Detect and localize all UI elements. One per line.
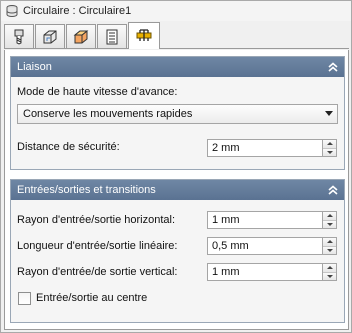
arrow-up-icon bbox=[326, 240, 333, 244]
decrement-button[interactable] bbox=[323, 271, 336, 280]
window-title: Circulaire : Circulaire1 bbox=[23, 5, 132, 17]
radius-vertical-stepper[interactable]: 1 mm bbox=[207, 263, 337, 281]
distance-field[interactable]: 2 mm bbox=[207, 139, 323, 157]
shape-icon bbox=[43, 30, 57, 43]
arrow-up-icon bbox=[326, 266, 333, 270]
tool-icon bbox=[14, 29, 24, 45]
box-icon bbox=[73, 30, 89, 43]
collapse-chevron-icon[interactable] bbox=[327, 61, 339, 73]
radius-vertical-label: Rayon d'entrée/de sortie vertical: bbox=[17, 266, 178, 278]
liaison-title: Liaison bbox=[17, 61, 52, 73]
stepper-buttons bbox=[323, 237, 337, 255]
title-bar: Circulaire : Circulaire1 bbox=[1, 1, 351, 21]
arrow-down-icon bbox=[326, 222, 333, 226]
distance-label: Distance de sécurité: bbox=[17, 141, 120, 153]
dialog-window: Circulaire : Circulaire1 Liaison Mode de… bbox=[0, 0, 352, 333]
increment-button[interactable] bbox=[323, 140, 336, 148]
increment-button[interactable] bbox=[323, 212, 336, 220]
linking-icon bbox=[136, 29, 152, 41]
decrement-button[interactable] bbox=[323, 245, 336, 254]
stepper-buttons bbox=[323, 211, 337, 229]
center-entry-label: Entrée/sortie au centre bbox=[36, 292, 148, 304]
stack-icon bbox=[6, 5, 18, 17]
tab-linking[interactable] bbox=[128, 22, 160, 49]
collapse-chevron-icon[interactable] bbox=[327, 184, 339, 196]
tab-heights[interactable] bbox=[66, 24, 96, 48]
length-stepper[interactable]: 0,5 mm bbox=[207, 237, 337, 255]
center-entry-checkbox[interactable] bbox=[18, 292, 31, 305]
liaison-section: Liaison Mode de haute vitesse d'avance: … bbox=[10, 56, 345, 170]
arrow-up-icon bbox=[326, 142, 333, 146]
radius-horizontal-field[interactable]: 1 mm bbox=[207, 211, 323, 229]
length-label: Longueur d'entrée/sortie linéaire: bbox=[17, 240, 178, 252]
distance-stepper[interactable]: 2 mm bbox=[207, 139, 337, 157]
tab-strip bbox=[4, 22, 349, 49]
arrow-up-icon bbox=[326, 214, 333, 218]
radius-horizontal-label: Rayon d'entrée/sortie horizontal: bbox=[17, 214, 176, 226]
table-icon bbox=[106, 29, 118, 44]
increment-button[interactable] bbox=[323, 238, 336, 246]
length-field[interactable]: 0,5 mm bbox=[207, 237, 323, 255]
decrement-button[interactable] bbox=[323, 219, 336, 228]
increment-button[interactable] bbox=[323, 264, 336, 272]
tab-tool[interactable] bbox=[4, 24, 34, 48]
tab-passes[interactable] bbox=[97, 24, 127, 48]
radius-horizontal-stepper[interactable]: 1 mm bbox=[207, 211, 337, 229]
arrow-down-icon bbox=[326, 274, 333, 278]
transitions-title: Entrées/sorties et transitions bbox=[17, 184, 156, 196]
tab-geometry[interactable] bbox=[35, 24, 65, 48]
decrement-button[interactable] bbox=[323, 147, 336, 156]
arrow-down-icon bbox=[326, 150, 333, 154]
mode-label: Mode de haute vitesse d'avance: bbox=[17, 86, 178, 98]
stepper-buttons bbox=[323, 263, 337, 281]
radius-vertical-field[interactable]: 1 mm bbox=[207, 263, 323, 281]
tab-content: Liaison Mode de haute vitesse d'avance: … bbox=[4, 50, 349, 330]
arrow-down-icon bbox=[326, 248, 333, 252]
dropdown-arrow-icon bbox=[325, 111, 333, 116]
mode-dropdown[interactable]: Conserve les mouvements rapides bbox=[17, 104, 338, 124]
transitions-section-header[interactable]: Entrées/sorties et transitions bbox=[11, 180, 344, 200]
transitions-section: Entrées/sorties et transitions Rayon d'e… bbox=[10, 179, 345, 323]
liaison-section-header[interactable]: Liaison bbox=[11, 57, 344, 77]
mode-value: Conserve les mouvements rapides bbox=[23, 108, 193, 120]
stepper-buttons bbox=[323, 139, 337, 157]
